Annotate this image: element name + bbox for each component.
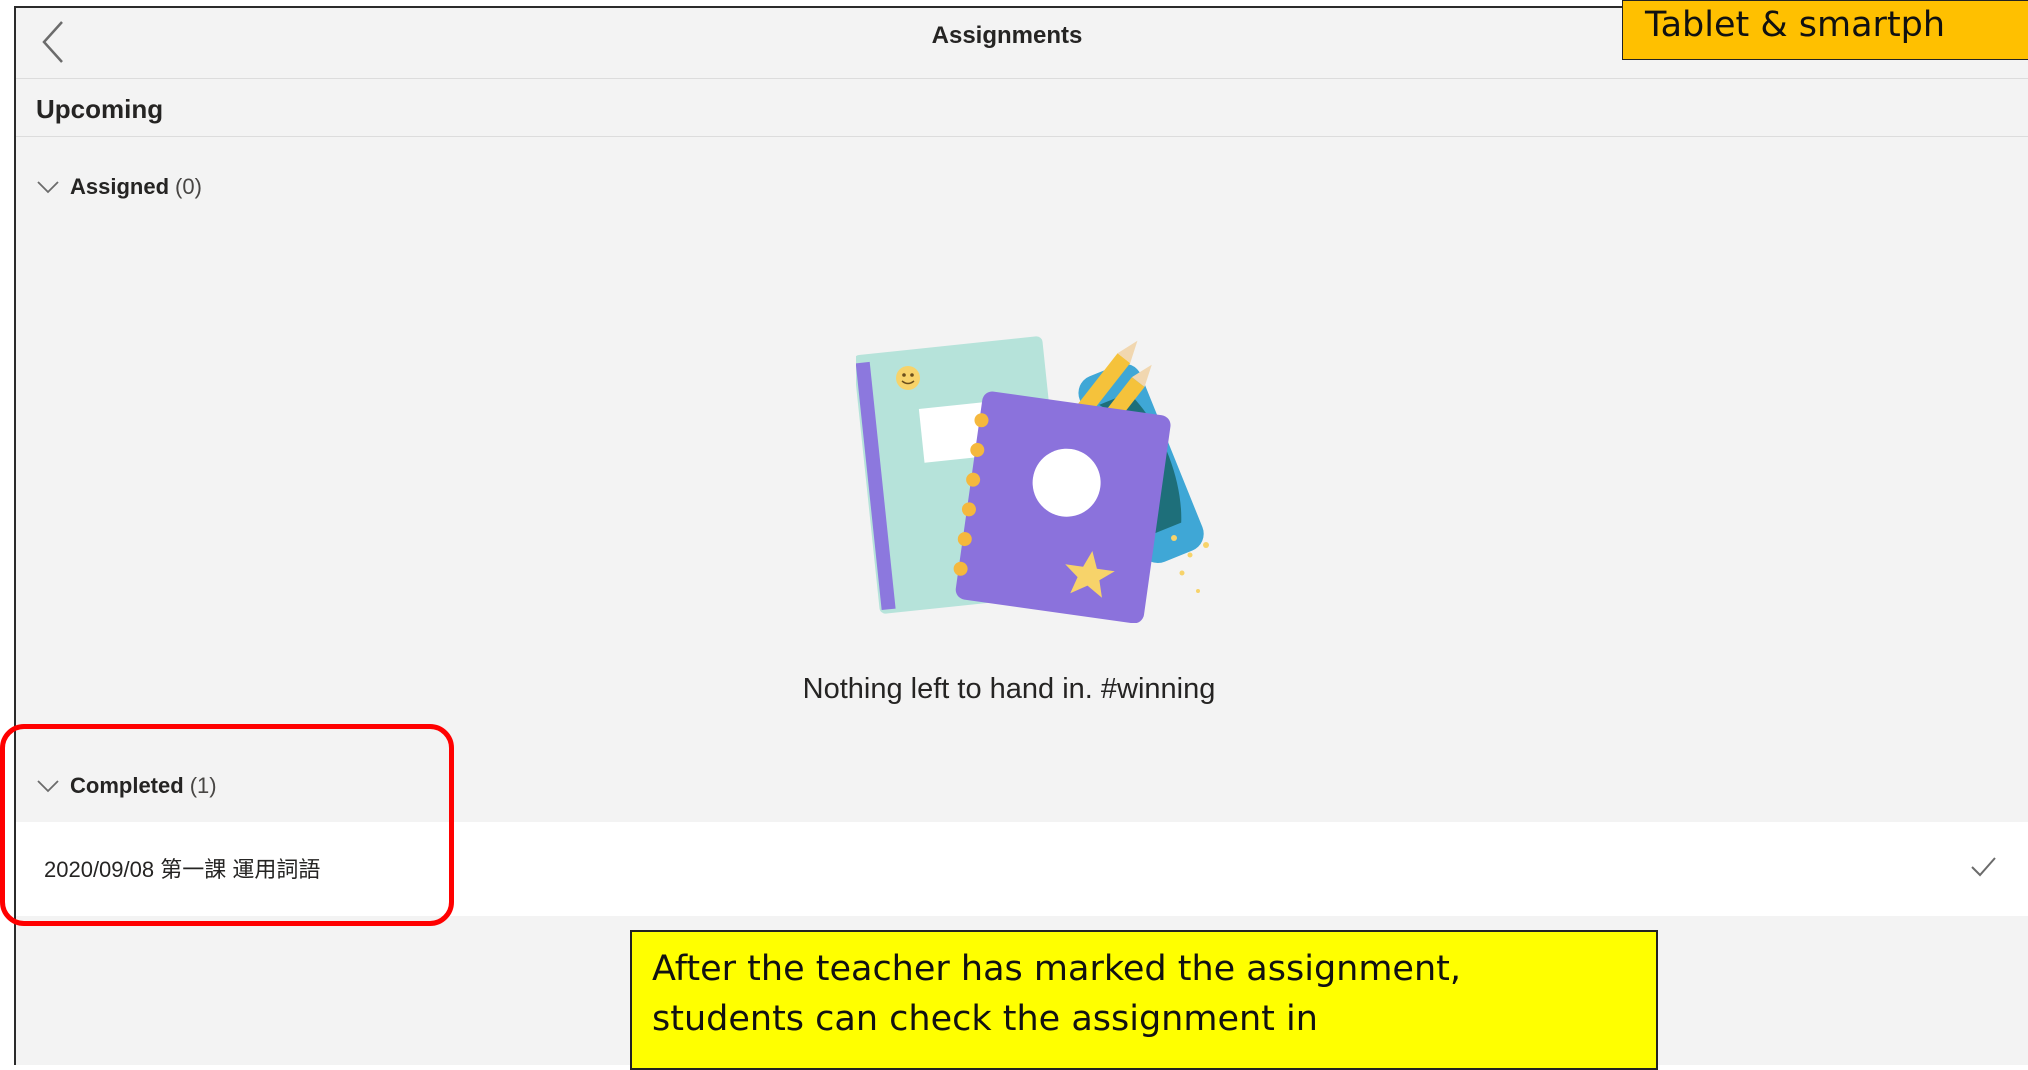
- app-window: Assignments Upcoming Assigned (0) Nothin…: [14, 6, 2028, 1065]
- assigned-label: Assigned: [70, 174, 170, 199]
- empty-state-message: Nothing left to hand in. #winning: [802, 673, 1216, 705]
- checkmark-icon: [1971, 857, 1996, 877]
- chevron-down-icon: [37, 181, 59, 194]
- assigned-count: (0): [175, 174, 202, 199]
- divider: [16, 136, 2028, 137]
- upcoming-section-title: Upcoming: [36, 94, 164, 124]
- completed-label: Completed: [70, 773, 184, 798]
- assignment-title: 2020/09/08 第一課 運用詞語: [44, 857, 321, 882]
- completed-count: (1): [189, 773, 217, 798]
- chevron-down-icon: [37, 780, 59, 793]
- notebooks-illustration: [856, 336, 1209, 623]
- device-tag: Tablet & smartph: [1622, 0, 2028, 60]
- completed-group-toggle[interactable]: Completed (1): [36, 773, 217, 799]
- assignment-row[interactable]: 2020/09/08 第一課 運用詞語: [16, 822, 2028, 916]
- assigned-group-toggle[interactable]: Assigned (0): [36, 174, 202, 200]
- callout-note: After the teacher has marked the assignm…: [630, 930, 1658, 1070]
